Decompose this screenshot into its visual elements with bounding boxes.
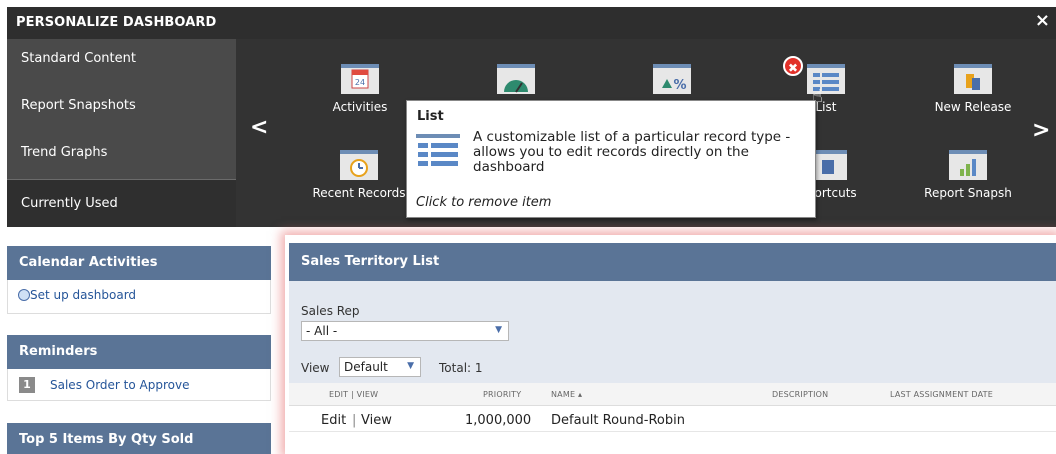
chevron-down-icon: ▼ xyxy=(407,361,414,371)
col-description[interactable]: DESCRIPTION xyxy=(772,390,828,399)
sales-territory-header[interactable]: Sales Territory List xyxy=(289,243,1056,281)
recent-records-icon xyxy=(340,150,378,180)
chevron-down-icon: ▼ xyxy=(495,325,502,335)
tooltip-hint: Click to remove item xyxy=(416,195,552,210)
calendar-activities-header[interactable]: Calendar Activities xyxy=(7,246,271,280)
menu-trend-graphs[interactable]: Trend Graphs xyxy=(7,133,236,175)
tile-new-release[interactable]: New Release xyxy=(918,64,1028,114)
tile-activities[interactable]: 24 Activities xyxy=(305,64,415,114)
carousel-next-arrow[interactable]: > xyxy=(1032,118,1050,143)
sales-order-approve-link[interactable]: Sales Order to Approve xyxy=(50,378,189,392)
edit-view-separator: | xyxy=(352,413,357,428)
tooltip-title: List xyxy=(417,109,444,124)
setup-dashboard-link[interactable]: Set up dashboard xyxy=(30,288,136,302)
globe-icon xyxy=(18,289,30,301)
sales-territory-portlet: Sales Territory List Sales Rep - All - ▼… xyxy=(285,235,1056,454)
menu-report-snapshots[interactable]: Report Snapshots xyxy=(7,86,236,128)
tooltip-description: A customizable list of a particular reco… xyxy=(473,129,791,175)
reminders-header[interactable]: Reminders xyxy=(7,335,271,369)
reminders-body: 1 Sales Order to Approve xyxy=(7,369,271,401)
tile-recent-records[interactable]: Recent Records xyxy=(304,150,414,200)
list-tooltip: List A customizable list of a particular… xyxy=(406,100,816,218)
header-title: PERSONALIZE DASHBOARD xyxy=(16,15,217,30)
calendar-icon: 24 xyxy=(341,64,379,94)
edit-link[interactable]: Edit xyxy=(321,413,346,428)
tile-report-snapshot[interactable]: Report Snapsh xyxy=(913,150,1023,200)
remove-item-icon[interactable]: ✖ xyxy=(783,56,803,76)
view-link[interactable]: View xyxy=(361,413,392,428)
svg-text:%: % xyxy=(673,78,686,93)
col-edit-view[interactable]: EDIT | VIEW xyxy=(329,390,378,399)
top-items-header[interactable]: Top 5 Items By Qty Sold xyxy=(7,423,271,454)
view-select[interactable]: Default ▼ xyxy=(339,357,421,377)
reminder-count-badge: 1 xyxy=(19,377,35,393)
priority-cell: 1,000,000 xyxy=(465,413,532,428)
list-icon xyxy=(416,134,460,172)
tile-kpi-scorecard[interactable]: % xyxy=(617,64,727,100)
col-name[interactable]: NAME ▴ xyxy=(551,390,582,399)
total-count: Total: 1 xyxy=(439,361,483,375)
percent-up-icon: % xyxy=(653,64,691,94)
dashboard-header: PERSONALIZE DASHBOARD × xyxy=(7,7,1056,39)
menu-currently-used[interactable]: Currently Used xyxy=(7,180,236,227)
close-icon[interactable]: × xyxy=(1035,10,1050,31)
menu-standard-content[interactable]: Standard Content xyxy=(7,39,236,81)
svg-text:24: 24 xyxy=(355,78,365,87)
report-snapshot-icon xyxy=(949,150,987,180)
name-cell: Default Round-Robin xyxy=(551,413,685,428)
sales-rep-label: Sales Rep xyxy=(301,304,360,318)
new-release-icon xyxy=(954,64,992,94)
sales-rep-select[interactable]: - All - ▼ xyxy=(301,321,509,341)
col-priority[interactable]: PRIORITY xyxy=(483,390,521,399)
content-category-menu: Standard Content Report Snapshots Trend … xyxy=(7,39,236,227)
gauge-icon xyxy=(497,64,535,94)
carousel-prev-arrow[interactable]: < xyxy=(250,115,268,140)
col-last-assignment-date[interactable]: LAST ASSIGNMENT DATE xyxy=(890,390,993,399)
sales-territory-filters: Sales Rep - All - ▼ View Default ▼ Total… xyxy=(289,281,1056,387)
calendar-activities-body: Set up dashboard xyxy=(7,280,271,314)
view-label: View xyxy=(301,361,330,375)
tile-kpi-meter[interactable] xyxy=(461,64,571,100)
